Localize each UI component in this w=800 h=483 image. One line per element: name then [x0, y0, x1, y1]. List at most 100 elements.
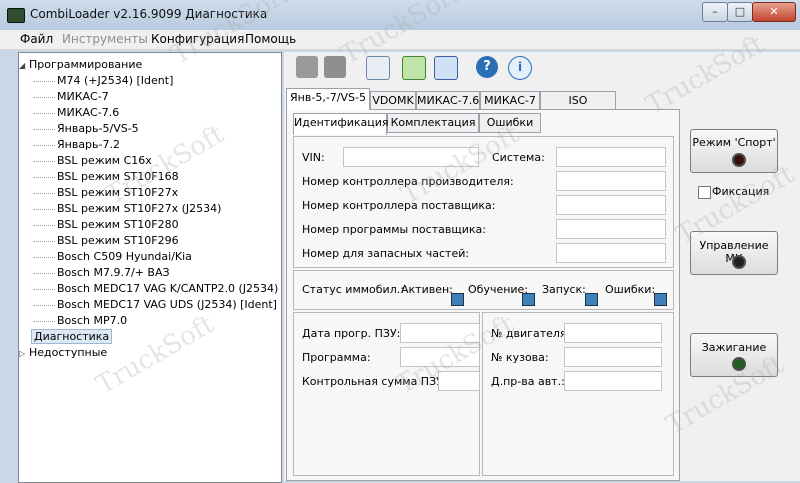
maximize-button[interactable]: □	[727, 2, 753, 22]
title-bar: CombiLoader v2.16.9099 Диагностика – □ ✕	[0, 0, 800, 30]
tree-item[interactable]: Bosch MP7.0	[33, 313, 127, 329]
fix-checkbox[interactable]	[698, 186, 711, 199]
sport-mode-button[interactable]: Режим 'Спорт'	[690, 129, 778, 173]
tree-item[interactable]: M74 (+J2534) [Ident]	[33, 73, 173, 89]
rom-checksum-field[interactable]	[438, 371, 480, 391]
info-icon[interactable]: i	[508, 56, 532, 80]
help-icon[interactable]: ?	[476, 56, 498, 78]
maker-number-field[interactable]	[556, 171, 666, 191]
tree-line	[33, 320, 55, 322]
vin-label: VIN:	[302, 151, 325, 164]
mk-control-led-icon	[732, 255, 746, 269]
tree-node-programming[interactable]: ◢ Программирование	[19, 57, 142, 73]
minimize-button[interactable]: –	[702, 2, 728, 22]
immo-learn-indicator	[522, 293, 535, 306]
rom-checksum-label: Контрольная сумма ПЗУ:	[302, 375, 447, 388]
tree-line	[33, 272, 55, 274]
immo-start-label: Запуск:	[542, 283, 586, 296]
tree-line	[33, 240, 55, 242]
rom-date-field[interactable]	[400, 323, 480, 343]
rom-group: Дата прогр. ПЗУ: Программа: Контрольная …	[293, 312, 480, 476]
tree-line	[33, 176, 55, 178]
spare-number-label: Номер для запасных частей:	[302, 247, 470, 260]
rom-program-field[interactable]	[400, 347, 480, 367]
vehicle-date-label: Д.пр-ва авт.:	[491, 375, 565, 388]
tree-item[interactable]: BSL режим ST10F280	[33, 217, 179, 233]
tree-line	[33, 304, 55, 306]
tree-line	[33, 192, 55, 194]
tree-item[interactable]: BSL режим ST10F168	[33, 169, 179, 185]
tree-line	[33, 256, 55, 258]
program-number-field[interactable]	[556, 219, 666, 239]
body-number-field[interactable]	[564, 347, 662, 367]
menu-help[interactable]: Помощь	[245, 32, 296, 46]
tree-item[interactable]: Bosch MEDC17 VAG K/CANTP2.0 (J2534) [Ide…	[33, 281, 281, 297]
sport-mode-led-icon	[732, 153, 746, 167]
toolbar: ? i	[284, 52, 800, 84]
fix-label: Фиксация	[712, 185, 770, 198]
mk-control-button[interactable]: Управление МК	[690, 231, 778, 275]
supplier-number-label: Номер контроллера поставщика:	[302, 199, 496, 212]
tree-item[interactable]: Bosch MEDC17 VAG UDS (J2534) [Ident]	[33, 297, 277, 313]
tab-identification[interactable]: Идентификация	[293, 113, 389, 135]
tree-node-unavailable[interactable]: ▷ Недоступные	[19, 345, 107, 361]
tab-errors[interactable]: Ошибки	[479, 113, 541, 133]
menu-configuration[interactable]: Конфигурация	[151, 32, 244, 46]
open-icon[interactable]	[296, 56, 318, 78]
spare-number-field[interactable]	[556, 243, 666, 263]
tree-item[interactable]: МИКАС-7	[33, 89, 109, 105]
tab-mikas-76[interactable]: МИКАС-7.6	[416, 91, 480, 111]
rom-program-label: Программа:	[302, 351, 371, 364]
close-button[interactable]: ✕	[752, 2, 796, 22]
supplier-number-field[interactable]	[556, 195, 666, 215]
expanded-arrow-icon[interactable]: ◢	[19, 58, 29, 74]
read-icon[interactable]	[402, 56, 426, 80]
engine-number-label: № двигателя:	[491, 327, 571, 340]
tree-item[interactable]: Bosch C509 Hyundai/Kia	[33, 249, 192, 265]
ignition-led-icon	[732, 357, 746, 371]
engine-number-field[interactable]	[564, 323, 662, 343]
tab-mikas-7[interactable]: МИКАС-7	[480, 91, 540, 111]
menu-file[interactable]: Файл	[20, 32, 53, 46]
system-field[interactable]	[556, 147, 666, 167]
tree-line	[33, 160, 55, 162]
tree-line	[33, 128, 55, 130]
collapsed-arrow-icon[interactable]: ▷	[19, 346, 29, 362]
report-icon[interactable]	[366, 56, 390, 80]
tree-item[interactable]: BSL режим C16x	[33, 153, 152, 169]
tree-item[interactable]: Январь-5/VS-5	[33, 121, 139, 137]
tree-line	[33, 144, 55, 146]
tree-line	[33, 288, 55, 290]
immobilizer-group: Статус иммобил.: Активен: Обучение: Запу…	[293, 270, 674, 310]
tab-iso-kwp2000[interactable]: ISO KWP2000	[540, 91, 616, 124]
stop-icon[interactable]	[324, 56, 346, 78]
system-label: Система:	[492, 151, 545, 164]
module-tree[interactable]: ◢ Программирование M74 (+J2534) [Ident] М…	[18, 52, 282, 483]
tree-item[interactable]: Январь-7.2	[33, 137, 120, 153]
immo-learn-label: Обучение:	[468, 283, 529, 296]
tree-node-diagnostics[interactable]: Диагностика	[31, 329, 113, 345]
sport-mode-label: Режим 'Спорт'	[692, 136, 776, 149]
vehicle-group: № двигателя: № кузова: Д.пр-ва авт.:	[482, 312, 674, 476]
tree-item[interactable]: МИКАС-7.6	[33, 105, 119, 121]
immo-errors-indicator	[654, 293, 667, 306]
menu-tools[interactable]: Инструменты	[62, 32, 148, 46]
immo-active-indicator	[451, 293, 464, 306]
vehicle-date-field[interactable]	[564, 371, 662, 391]
tree-item[interactable]: BSL режим ST10F27x (J2534)	[33, 201, 221, 217]
tab-vdomk[interactable]: VDOMK	[370, 91, 416, 111]
app-icon	[7, 8, 25, 23]
rom-date-label: Дата прогр. ПЗУ:	[302, 327, 401, 340]
immo-errors-label: Ошибки:	[605, 283, 656, 296]
diagnostics-panel: Янв-5,-7/VS-5 VDOMK МИКАС-7.6 МИКАС-7 IS…	[284, 84, 800, 481]
write-icon[interactable]	[434, 56, 458, 80]
ident-group: VIN: Система: Номер контроллера производ…	[293, 136, 674, 268]
ignition-button[interactable]: Зажигание	[690, 333, 778, 377]
tree-item[interactable]: Bosch M7.9.7/+ ВАЗ	[33, 265, 170, 281]
tree-item[interactable]: BSL режим ST10F27x	[33, 185, 178, 201]
tree-item[interactable]: BSL режим ST10F296	[33, 233, 179, 249]
tab-jan5-vs5[interactable]: Янв-5,-7/VS-5	[286, 88, 370, 110]
vin-field[interactable]	[343, 147, 479, 167]
maker-number-label: Номер контроллера производителя:	[302, 175, 514, 188]
tab-equipment[interactable]: Комплектация	[387, 113, 479, 133]
